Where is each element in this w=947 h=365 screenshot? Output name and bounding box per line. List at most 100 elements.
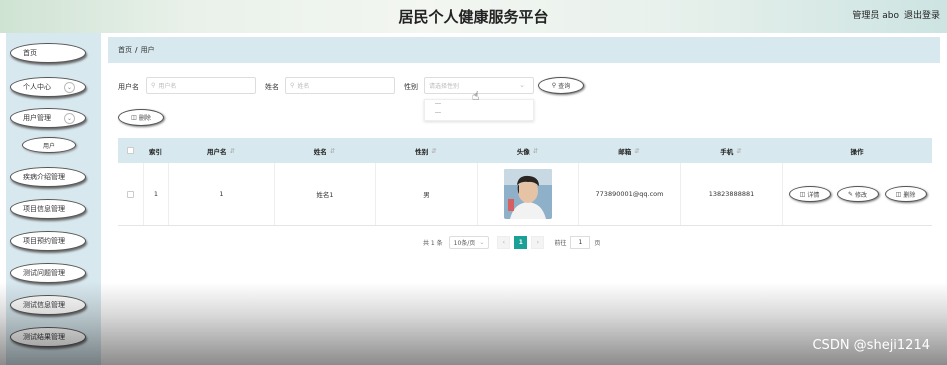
- sidebar-item-personal-center[interactable]: 个人中心 ⌄: [10, 77, 86, 97]
- col-header-label: 操作: [850, 147, 864, 156]
- search-icon: ⚲: [551, 82, 557, 89]
- col-header-label: 性别: [415, 147, 429, 156]
- sidebar-item-home[interactable]: 首页: [10, 43, 86, 63]
- app-title: 居民个人健康服务平台: [398, 8, 549, 26]
- sort-icon[interactable]: ⇵: [533, 147, 538, 155]
- sort-icon[interactable]: ⇵: [431, 147, 436, 155]
- cell-actions: ◫ 详情 ✎ 修改 ◫ 删除: [782, 163, 932, 225]
- query-button[interactable]: ⚲ 查询: [538, 77, 584, 94]
- name-input[interactable]: ⚲ 姓名: [285, 77, 395, 94]
- document-icon: ◫: [799, 190, 806, 198]
- page-size-value: 10条/页: [453, 239, 476, 247]
- detail-button[interactable]: ◫ 详情: [788, 186, 831, 202]
- dropdown-option[interactable]: [435, 112, 441, 118]
- cell-phone: 13823888881: [680, 163, 782, 225]
- edit-label: 修改: [855, 191, 868, 199]
- sidebar-item-label: 测试问题管理: [23, 269, 65, 277]
- page-number-current[interactable]: 1: [514, 235, 528, 249]
- delete-label: 删除: [903, 191, 916, 199]
- sidebar-item-label: 项目预约管理: [23, 237, 65, 245]
- breadcrumb: 首页 / 用户: [108, 37, 940, 63]
- sidebar-item-test-info[interactable]: 测试信息管理: [10, 295, 86, 315]
- batch-delete-button[interactable]: ◫ 删除: [118, 109, 164, 126]
- col-gender[interactable]: 性别 ⇵: [375, 138, 477, 163]
- search-icon: ⚲: [290, 82, 295, 89]
- cell-email: 773890001@qq.com: [578, 163, 680, 225]
- table-row: 1 1 姓名1 男 773890001@qq.com 13823888881 ◫…: [118, 163, 932, 226]
- select-all-cell: [118, 138, 143, 163]
- edit-button[interactable]: ✎ 修改: [836, 186, 879, 202]
- avatar[interactable]: [504, 169, 552, 219]
- goto-page-input[interactable]: 1: [570, 235, 591, 249]
- sidebar: 首页 个人中心 ⌄ 用户管理 ⌄ 用户 疾病介绍管理 项目信息管理 项目预约管理…: [6, 33, 101, 365]
- pagination: 共 1 条 10条/页 ⌄ ‹ 1 › 前往 1 页: [423, 235, 600, 249]
- sidebar-item-label: 个人中心: [23, 83, 51, 91]
- sort-icon[interactable]: ⇵: [230, 147, 235, 155]
- trash-icon: ◫: [895, 190, 902, 198]
- col-header-label: 索引: [149, 147, 162, 156]
- table-header: 索引 用户名 ⇵ 姓名 ⇵ 性别 ⇵ 头像 ⇵ 邮箱 ⇵ 手机 ⇵ 操作: [118, 138, 932, 163]
- select-all-checkbox[interactable]: [127, 147, 134, 154]
- col-header-label: 手机: [720, 147, 734, 156]
- detail-label: 详情: [807, 191, 820, 199]
- col-username[interactable]: 用户名 ⇵: [168, 138, 274, 163]
- pagination-total: 共 1 条: [423, 239, 443, 247]
- delete-label: 删除: [138, 115, 151, 122]
- col-email[interactable]: 邮箱 ⇵: [578, 138, 680, 163]
- sidebar-item-disease-intro[interactable]: 疾病介绍管理: [10, 167, 86, 187]
- cell-index: 1: [143, 163, 168, 225]
- chevron-down-icon: ⌄: [64, 82, 75, 93]
- sidebar-subitem-users[interactable]: 用户: [22, 137, 76, 153]
- col-avatar[interactable]: 头像 ⇵: [477, 138, 578, 163]
- hand-cursor-icon: ☝: [472, 89, 480, 103]
- page-unit-label: 页: [594, 239, 601, 247]
- cell-avatar: [477, 163, 578, 225]
- sidebar-item-label: 首页: [23, 49, 37, 57]
- sidebar-item-project-info[interactable]: 项目信息管理: [10, 199, 86, 219]
- sort-icon[interactable]: ⇵: [736, 147, 741, 155]
- dropdown-option[interactable]: [435, 103, 441, 109]
- username-placeholder: 用户名: [158, 83, 177, 90]
- sidebar-item-label: 测试结果管理: [23, 333, 65, 341]
- sidebar-item-test-result[interactable]: 测试结果管理: [10, 327, 86, 347]
- sort-icon[interactable]: ⇵: [634, 147, 639, 155]
- page-size-select[interactable]: 10条/页 ⌄: [448, 235, 490, 249]
- logout-link[interactable]: 退出登录: [904, 8, 940, 21]
- sidebar-item-user-management[interactable]: 用户管理 ⌄: [10, 108, 86, 128]
- gender-placeholder: 请选择性别: [429, 83, 460, 90]
- name-placeholder: 姓名: [297, 83, 310, 90]
- search-icon: ⚲: [151, 82, 156, 89]
- col-actions: 操作: [782, 138, 932, 163]
- col-name[interactable]: 姓名 ⇵: [274, 138, 375, 163]
- username-label: 用户名: [118, 83, 139, 91]
- col-header-label: 用户名: [207, 147, 227, 156]
- breadcrumb-separator: /: [135, 46, 138, 54]
- cell-gender: 男: [375, 163, 477, 225]
- edit-icon: ✎: [847, 190, 853, 198]
- user-label: 管理员 abo: [852, 11, 899, 21]
- goto-label: 前往: [554, 239, 567, 247]
- delete-button[interactable]: ◫ 删除: [884, 186, 927, 202]
- sidebar-item-project-booking[interactable]: 项目预约管理: [10, 231, 86, 251]
- col-header-label: 姓名: [313, 147, 327, 156]
- next-page-button[interactable]: ›: [531, 235, 545, 249]
- cell-username: 1: [168, 163, 274, 225]
- sort-icon[interactable]: ⇵: [330, 147, 335, 155]
- sidebar-item-label: 疾病介绍管理: [23, 173, 65, 181]
- col-phone[interactable]: 手机 ⇵: [680, 138, 782, 163]
- breadcrumb-home[interactable]: 首页: [118, 45, 132, 55]
- breadcrumb-current: 用户: [140, 46, 155, 54]
- sidebar-item-test-question[interactable]: 测试问题管理: [10, 263, 86, 283]
- username-input[interactable]: ⚲ 用户名: [146, 77, 256, 94]
- main-content: 首页 / 用户 用户名 ⚲ 用户名 姓名 ⚲ 姓名 性别 请选择性别 ⌄ ☝ ⚲…: [101, 33, 947, 365]
- cell-name: 姓名1: [274, 163, 375, 225]
- prev-page-button[interactable]: ‹: [497, 235, 511, 249]
- name-label: 姓名: [265, 83, 279, 91]
- col-header-label: 邮箱: [618, 147, 632, 156]
- watermark-text: CSDN @sheji1214: [812, 338, 930, 353]
- sidebar-item-label: 测试信息管理: [23, 301, 65, 309]
- row-checkbox[interactable]: [127, 190, 134, 198]
- chevron-down-icon: ⌄: [479, 238, 485, 246]
- sidebar-item-label: 项目信息管理: [23, 205, 65, 213]
- sidebar-item-label: 用户: [42, 142, 55, 150]
